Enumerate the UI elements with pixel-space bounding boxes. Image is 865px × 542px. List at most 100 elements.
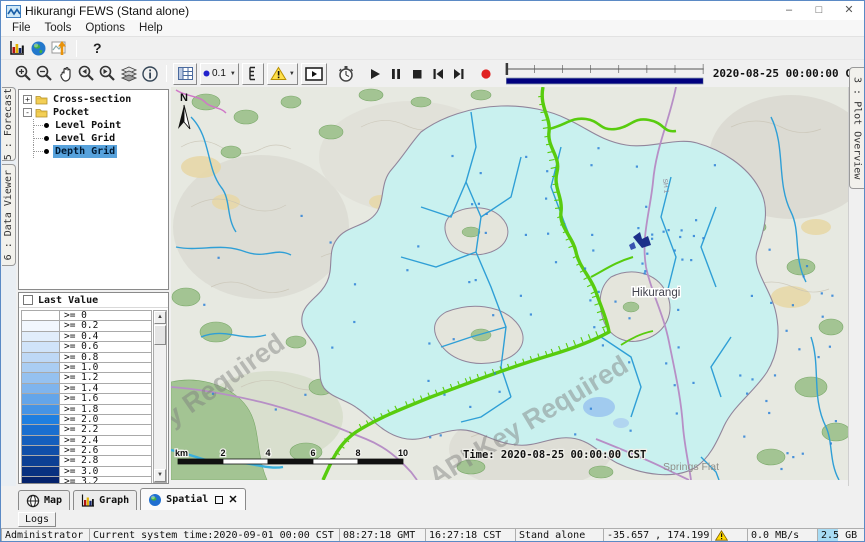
record-button[interactable] xyxy=(476,64,497,84)
threshold-value-dropdown[interactable]: 0.1 ▼ xyxy=(200,63,239,85)
pause-button[interactable] xyxy=(386,64,407,84)
legend-scrollbar[interactable]: ▲ ▼ xyxy=(153,310,167,483)
last-value-row[interactable]: Last Value xyxy=(19,293,168,308)
legend-row[interactable]: >= 1.6 xyxy=(22,394,151,404)
timeline-slider[interactable] xyxy=(505,61,705,87)
status-warning[interactable] xyxy=(711,528,747,542)
legend-color-swatch xyxy=(22,425,60,434)
schedule-clock-icon[interactable] xyxy=(336,64,357,84)
tab-plot-overview[interactable]: 3 : Plot Overview xyxy=(849,67,864,189)
graph-chart-icon xyxy=(81,494,95,507)
menu-tools[interactable]: Tools xyxy=(38,22,79,34)
timeline-range-bar xyxy=(506,78,703,84)
close-button[interactable]: ✕ xyxy=(834,1,864,20)
legend-label: >= 1.4 xyxy=(60,384,98,393)
legend-label: >= 1.6 xyxy=(60,394,98,403)
legend-color-swatch xyxy=(22,436,60,445)
legend-color-swatch xyxy=(22,332,60,341)
scroll-up-icon[interactable]: ▲ xyxy=(154,311,166,324)
last-value-checkbox[interactable] xyxy=(23,295,33,305)
tree-item[interactable]: + Cross-section xyxy=(19,93,168,106)
menu-bar: File Tools Options Help xyxy=(1,20,864,37)
toolbar-separator xyxy=(76,40,77,57)
legend-label: >= 1.0 xyxy=(60,363,98,372)
legend-list[interactable]: >= 0 >= 0.2 >= 0.4 xyxy=(21,310,152,483)
tab-spatial[interactable]: Spatial ✕ xyxy=(140,488,245,510)
legend-label: >= 2.0 xyxy=(60,415,98,424)
tree-item-label[interactable]: Pocket xyxy=(51,106,91,119)
layers-icon[interactable] xyxy=(118,64,139,84)
tree-item-label[interactable]: Depth Grid xyxy=(53,145,117,158)
title-bar[interactable]: Hikurangi FEWS (Stand alone) – □ ✕ xyxy=(1,1,864,20)
tree-item[interactable]: - Pocket xyxy=(19,106,168,119)
tab-close-icon[interactable]: ✕ xyxy=(228,493,237,506)
tree-expander-icon[interactable]: - xyxy=(23,108,32,117)
help-icon[interactable]: ? xyxy=(93,40,102,56)
svg-text:6: 6 xyxy=(310,448,315,458)
status-mode: Stand alone xyxy=(515,528,603,542)
tab-data-viewer[interactable]: 6 : Data Viewer xyxy=(2,164,16,266)
maximize-button[interactable]: □ xyxy=(804,1,834,20)
legend-color-swatch xyxy=(22,477,60,483)
menu-file[interactable]: File xyxy=(5,22,38,34)
tree-item-label[interactable]: Level Grid xyxy=(53,132,117,145)
tree-item[interactable]: Depth Grid xyxy=(19,145,168,158)
scroll-thumb[interactable] xyxy=(154,325,166,345)
svg-text:10: 10 xyxy=(398,448,408,458)
tree-expander-icon[interactable]: + xyxy=(23,95,32,104)
legend-row[interactable]: >= 3.2 xyxy=(22,477,151,483)
zoom-in-icon[interactable] xyxy=(13,64,34,84)
svg-text:2: 2 xyxy=(220,448,225,458)
bullet-icon xyxy=(44,123,49,128)
tree-item-label[interactable]: Cross-section xyxy=(51,93,133,106)
status-user: Administrator xyxy=(1,528,89,542)
svg-text:4: 4 xyxy=(265,448,270,458)
logs-row: Logs xyxy=(1,510,865,528)
map-canvas[interactable]: Hikurangi Springs Flat SH 1 API Key Requ… xyxy=(171,87,848,480)
scroll-down-icon[interactable]: ▼ xyxy=(154,469,166,482)
bottom-tab-bar: Map Graph Spatial ✕ xyxy=(1,486,865,510)
step-forward-button[interactable] xyxy=(449,64,470,84)
legend-label: >= 0.8 xyxy=(60,353,98,362)
globe-icon[interactable] xyxy=(28,38,49,58)
left-tab-strip: 5 : Forecast 6 : Data Viewer xyxy=(1,87,16,486)
legend-label: >= 2.4 xyxy=(60,436,98,445)
tree-connector xyxy=(33,145,43,158)
chevron-down-icon: ▼ xyxy=(289,71,295,77)
legend-row[interactable]: >= 0.6 xyxy=(22,342,151,352)
status-system-time: Current system time:2020-09-01 00:00 CST xyxy=(89,528,339,542)
menu-help[interactable]: Help xyxy=(132,22,170,34)
scale-ruler-button[interactable] xyxy=(242,63,264,85)
animation-player-button[interactable] xyxy=(301,63,327,85)
stop-button[interactable] xyxy=(407,64,428,84)
tab-graph[interactable]: Graph xyxy=(73,490,137,510)
export-timeseries-icon[interactable] xyxy=(49,38,70,58)
legend-color-swatch xyxy=(22,405,60,414)
status-memory: 2.5 GB xyxy=(817,528,865,542)
info-icon[interactable] xyxy=(139,64,160,84)
play-button[interactable] xyxy=(365,64,386,84)
grid-display-button[interactable] xyxy=(173,63,197,85)
minimize-button[interactable]: – xyxy=(774,1,804,20)
step-back-button[interactable] xyxy=(428,64,449,84)
tab-restore-icon[interactable] xyxy=(215,496,223,504)
pan-hand-icon[interactable] xyxy=(55,64,76,84)
zoom-out-icon[interactable] xyxy=(34,64,55,84)
zoom-previous-icon[interactable] xyxy=(76,64,97,84)
tree-item[interactable]: Level Point xyxy=(19,119,168,132)
timeline-handle[interactable] xyxy=(505,63,508,75)
data-tree[interactable]: + Cross-section - xyxy=(18,89,169,290)
logs-button[interactable]: Logs xyxy=(18,512,56,527)
menu-options[interactable]: Options xyxy=(78,22,132,34)
tree-item[interactable]: Level Grid xyxy=(19,132,168,145)
app-logo-icon xyxy=(6,5,21,18)
legend-color-swatch xyxy=(22,456,60,465)
database-chart-icon[interactable] xyxy=(7,38,28,58)
tab-forecast[interactable]: 5 : Forecast xyxy=(2,87,16,161)
legend-color-swatch xyxy=(22,373,60,382)
tab-map[interactable]: Map xyxy=(18,490,70,510)
tree-item-label[interactable]: Level Point xyxy=(53,119,123,132)
zoom-next-icon[interactable] xyxy=(97,64,118,84)
warnings-dropdown[interactable]: ▼ xyxy=(267,63,298,85)
legend-color-swatch xyxy=(22,353,60,362)
